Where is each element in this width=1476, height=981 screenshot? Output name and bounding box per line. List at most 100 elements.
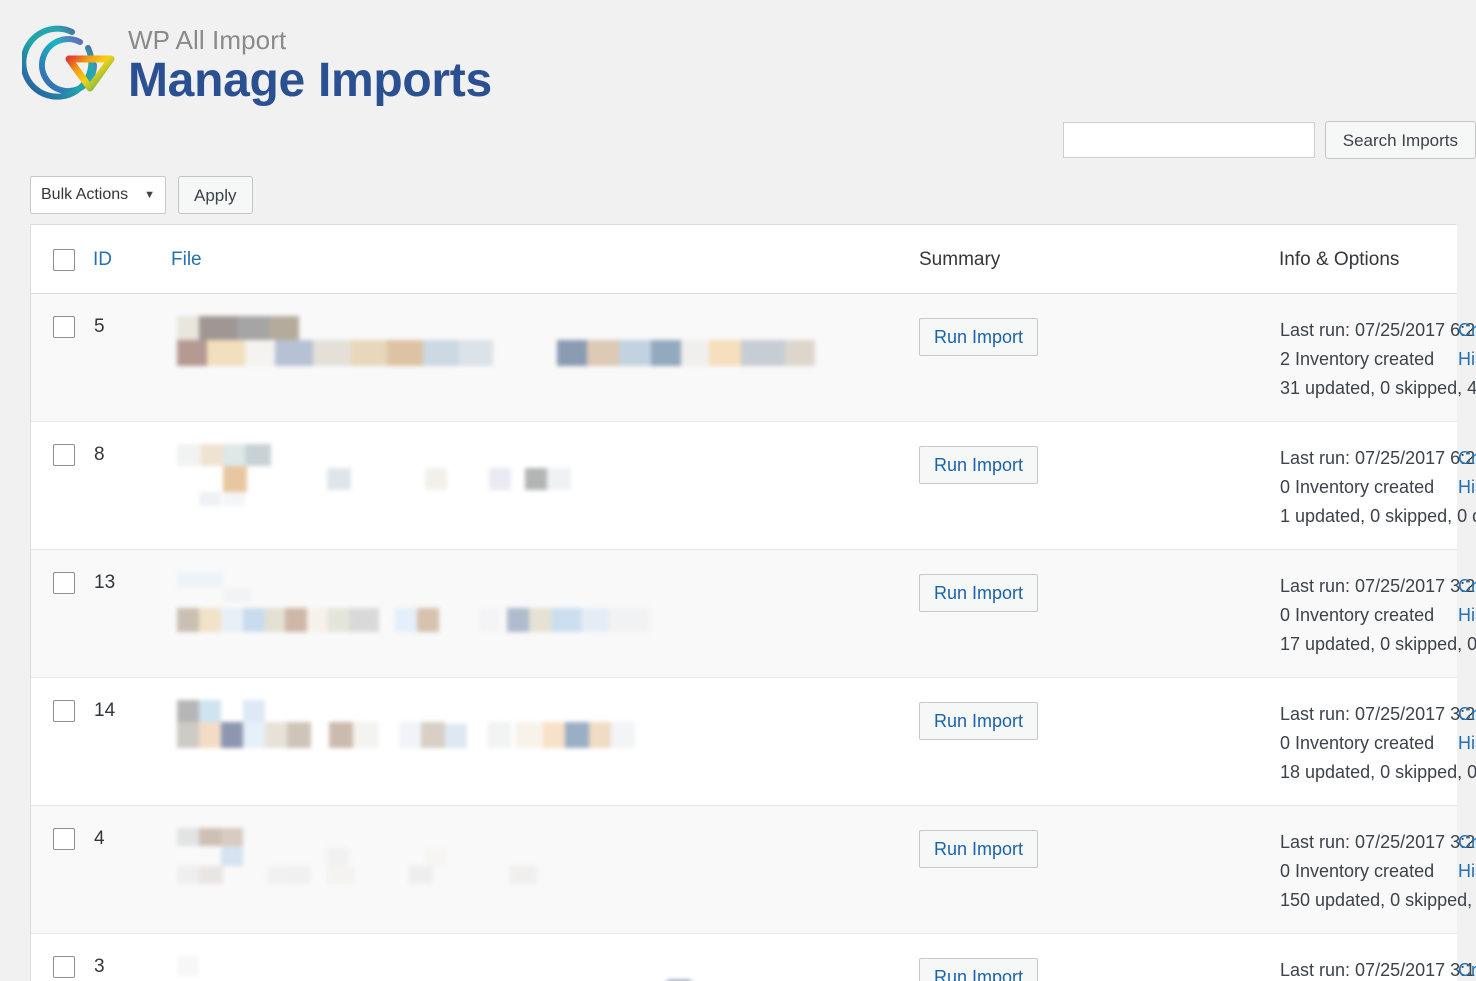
redacted-block <box>177 956 199 976</box>
row-select-cell <box>31 806 93 934</box>
bulk-actions-select[interactable]: Bulk Actions ▼ <box>30 176 166 214</box>
redacted-block <box>353 722 379 748</box>
row-summary-cell: Last run: 07/25/2017 3:22 pm 0 Inventory … <box>1279 678 1476 806</box>
search-input[interactable] <box>1062 122 1315 158</box>
redacted-block <box>287 722 311 748</box>
run-import-button[interactable]: Run Import <box>919 574 1039 612</box>
redacted-block <box>395 608 417 632</box>
row-checkbox[interactable] <box>53 572 75 594</box>
redacted-block <box>199 828 221 846</box>
created-count-text: 0 Inventory created <box>1280 605 1435 625</box>
redacted-block <box>509 866 537 884</box>
updated-counts-text: 150 updated, 0 skipped, 0 deleted <box>1280 890 1476 910</box>
redacted-block <box>551 608 581 632</box>
redacted-block <box>611 722 635 748</box>
redacted-block <box>199 700 221 722</box>
row-checkbox[interactable] <box>53 444 75 466</box>
row-summary-cell: Last run: 07/25/2017 3:17 pm0 Inventory … <box>1279 934 1476 981</box>
row-id-cell: 4 <box>94 828 105 849</box>
redacted-block <box>589 722 611 748</box>
redacted-block <box>543 722 565 748</box>
row-file-cell <box>171 550 919 678</box>
redacted-block <box>399 722 421 748</box>
row-run-cell: Run Import <box>919 934 1279 981</box>
row-id-cell: 5 <box>94 316 105 337</box>
redacted-block <box>445 724 467 748</box>
table-row: 8 Run Import Last run: 07/25/2017 6:25 pm 0… <box>31 421 1476 550</box>
column-header-file-label[interactable]: File <box>171 249 202 270</box>
row-select-cell <box>31 422 93 550</box>
last-run-text: Last run: 07/25/2017 6:28 pm <box>1280 320 1476 340</box>
redacted-block <box>201 444 223 466</box>
redacted-block <box>581 608 609 632</box>
imports-table: ID File Summary Info & Options 5 Run Impo… <box>31 225 1476 981</box>
redacted-block <box>459 340 493 366</box>
row-run-cell: Run Import <box>919 294 1279 422</box>
redacted-block <box>425 468 447 490</box>
redacted-block <box>741 340 785 366</box>
created-count-text: 0 Inventory created <box>1280 861 1435 881</box>
redacted-block <box>265 722 287 748</box>
redacted-block <box>557 340 587 366</box>
table-row: 4 Run Import Last run: 07/25/2017 3:20 pm 0… <box>31 805 1476 934</box>
redacted-block <box>421 722 445 748</box>
run-import-button[interactable]: Run Import <box>919 830 1039 868</box>
redacted-block <box>177 316 199 340</box>
redacted-block <box>651 340 681 366</box>
redacted-block <box>285 608 307 632</box>
row-run-cell: Run Import <box>919 550 1279 678</box>
search-row: Search Imports <box>0 112 1476 168</box>
updated-counts-text: 1 updated, 0 skipped, 0 deleted <box>1280 506 1476 526</box>
run-import-button[interactable]: Run Import <box>919 318 1039 356</box>
row-checkbox[interactable] <box>53 828 75 850</box>
redacted-block <box>243 700 265 722</box>
redacted-file-name <box>177 316 867 386</box>
redacted-block <box>199 866 223 884</box>
column-header-file[interactable]: File <box>171 225 919 294</box>
row-id-cell: 8 <box>94 444 105 465</box>
redacted-block <box>547 468 571 490</box>
table-header: ID File Summary Info & Options <box>31 225 1457 294</box>
row-run-cell: Run Import <box>919 678 1279 806</box>
updated-counts-text: 31 updated, 0 skipped, 4 deleted <box>1280 378 1476 398</box>
redacted-block <box>487 722 511 748</box>
column-header-id[interactable]: ID <box>93 225 171 294</box>
redacted-block <box>243 608 265 632</box>
last-run-text: Last run: 07/25/2017 3:17 pm <box>1280 960 1476 980</box>
run-import-button[interactable]: Run Import <box>919 702 1039 740</box>
redacted-block <box>177 340 207 366</box>
row-checkbox[interactable] <box>53 700 75 722</box>
redacted-block <box>221 828 243 846</box>
redacted-block <box>265 608 285 632</box>
row-summary-cell: Last run: 07/25/2017 6:28 pm 2 Inventory … <box>1279 294 1476 422</box>
table-row: 5 Run Import Last run: 07/25/2017 6:28 pm 2… <box>31 293 1476 422</box>
redacted-block <box>587 340 619 366</box>
redacted-block <box>313 340 351 366</box>
apply-button[interactable]: Apply <box>178 176 253 214</box>
row-file-cell <box>171 678 919 806</box>
redacted-block <box>199 316 237 340</box>
redacted-block <box>565 722 589 748</box>
search-imports-button[interactable]: Search Imports <box>1324 121 1476 159</box>
column-header-info-label: Info & Options <box>1279 249 1400 270</box>
redacted-block <box>489 468 511 490</box>
select-all-checkbox[interactable] <box>53 249 75 271</box>
run-import-button[interactable]: Run Import <box>919 958 1039 981</box>
row-select-cell <box>31 294 93 422</box>
redacted-block <box>327 848 349 868</box>
redacted-block <box>289 866 311 884</box>
column-header-info-options: Info & Options <box>1279 225 1457 294</box>
row-checkbox[interactable] <box>53 316 75 338</box>
redacted-block <box>243 722 265 748</box>
row-file-cell <box>171 934 919 981</box>
column-header-id-label[interactable]: ID <box>93 249 112 270</box>
row-run-cell: Run Import <box>919 422 1279 550</box>
redacted-block <box>307 608 327 632</box>
redacted-block <box>237 316 269 340</box>
run-import-button[interactable]: Run Import <box>919 446 1039 484</box>
redacted-block <box>177 444 201 466</box>
row-checkbox[interactable] <box>53 956 75 978</box>
redacted-block <box>619 340 651 366</box>
redacted-block <box>223 492 245 506</box>
row-id-cell: 13 <box>94 572 116 593</box>
